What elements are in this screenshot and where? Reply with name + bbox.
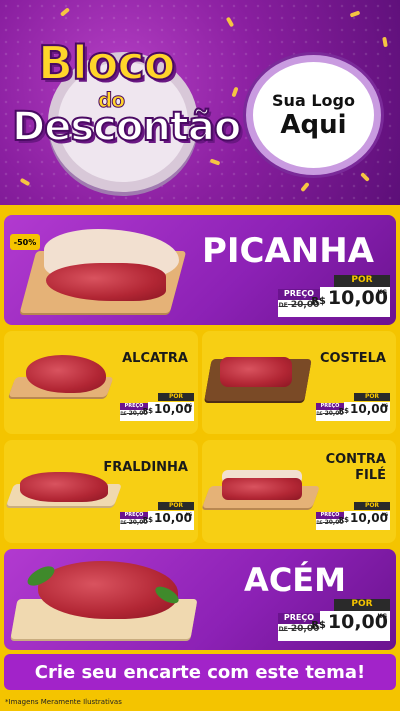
currency: R$ xyxy=(142,407,154,415)
currency: R$ xyxy=(338,407,350,415)
de-label: DE xyxy=(120,411,127,416)
unit: KG xyxy=(381,403,388,408)
unit: KG xyxy=(377,613,387,620)
product-name: CONTRA FILÉ xyxy=(326,452,386,484)
por-label: POR xyxy=(158,502,194,510)
meat-image xyxy=(20,472,108,502)
new-price: R$ 10,00 KG xyxy=(311,287,390,317)
currency: R$ xyxy=(338,516,350,524)
currency: R$ xyxy=(311,296,326,307)
por-label: POR xyxy=(354,502,390,510)
de-label: DE xyxy=(316,411,323,416)
de-label: DE xyxy=(278,302,288,309)
product-card-alcatra: ALCATRA POR PREÇO DE 20,00 R$ 10,00 KG xyxy=(4,331,198,434)
new-price: R$ 10,00 KG xyxy=(339,511,390,530)
unit: KG xyxy=(185,403,192,408)
currency: R$ xyxy=(311,620,326,631)
price-tag: POR PREÇO DE 20,00 R$ 10,00 KG xyxy=(316,393,390,423)
new-price: R$ 10,00 KG xyxy=(311,611,390,641)
product-name: ACÉM xyxy=(244,561,346,599)
product-card-contra-file: CONTRA FILÉ POR PREÇO DE 20,00 R$ 10,00 … xyxy=(202,440,396,543)
product-name: PICANHA xyxy=(201,231,374,271)
product-card-costela: COSTELA POR PREÇO DE 20,00 R$ 10,00 KG xyxy=(202,331,396,434)
por-label: POR xyxy=(334,599,390,611)
discount-badge: -50% xyxy=(10,234,40,250)
por-label: POR xyxy=(354,393,390,401)
meat-image xyxy=(222,478,302,500)
header-banner: Bloco do Descontão Sua Logo Aqui xyxy=(0,0,400,205)
de-label: DE xyxy=(316,520,323,525)
price-tag: POR PREÇO DE 20,00 R$ 10,00 KG xyxy=(278,275,390,319)
product-name-line2: FILÉ xyxy=(355,468,386,483)
product-name-line1: CONTRA xyxy=(325,452,386,467)
meat-image xyxy=(26,355,106,393)
title-logo: Bloco do Descontão xyxy=(8,22,242,192)
cta-banner: Crie seu encarte com este tema! xyxy=(4,654,396,690)
disclaimer: *Imagens Meramente Ilustrativas xyxy=(5,698,122,706)
de-label: DE xyxy=(278,626,288,633)
price-tag: POR PREÇO DE 20,00 R$ 10,00 KG xyxy=(120,502,194,532)
unit: KG xyxy=(381,512,388,517)
new-price: R$ 10,00 KG xyxy=(143,402,194,421)
product-name: ALCATRA xyxy=(122,351,188,366)
currency: R$ xyxy=(142,516,154,524)
title-bloco: Bloco xyxy=(37,35,176,91)
por-label: POR xyxy=(334,275,390,287)
product-card-fraldinha: FRALDINHA POR PREÇO DE 20,00 R$ 10,00 KG xyxy=(4,440,198,543)
product-card-picanha: PICANHA POR PREÇO DE 20,00 R$ 10,00 KG xyxy=(4,215,396,325)
unit: KG xyxy=(377,289,387,296)
price-tag: POR PREÇO DE 20,00 R$ 10,00 KG xyxy=(278,599,390,643)
new-price: R$ 10,00 KG xyxy=(143,511,194,530)
product-name: COSTELA xyxy=(319,351,386,366)
price-tag: POR PREÇO DE 20,00 R$ 10,00 KG xyxy=(120,393,194,423)
logo-line2: Aqui xyxy=(280,109,347,140)
meat-image xyxy=(220,357,292,387)
logo-placeholder: Sua Logo Aqui xyxy=(246,55,381,175)
logo-line1: Sua Logo xyxy=(272,90,355,110)
de-label: DE xyxy=(120,520,127,525)
new-price: R$ 10,00 KG xyxy=(339,402,390,421)
unit: KG xyxy=(185,512,192,517)
price-tag: POR PREÇO DE 20,00 R$ 10,00 KG xyxy=(316,502,390,532)
product-name: FRALDINHA xyxy=(103,460,188,475)
product-card-acem: ACÉM POR PREÇO DE 20,00 R$ 10,00 KG xyxy=(4,549,396,650)
title-descontao: Descontão xyxy=(11,103,242,151)
por-label: POR xyxy=(158,393,194,401)
